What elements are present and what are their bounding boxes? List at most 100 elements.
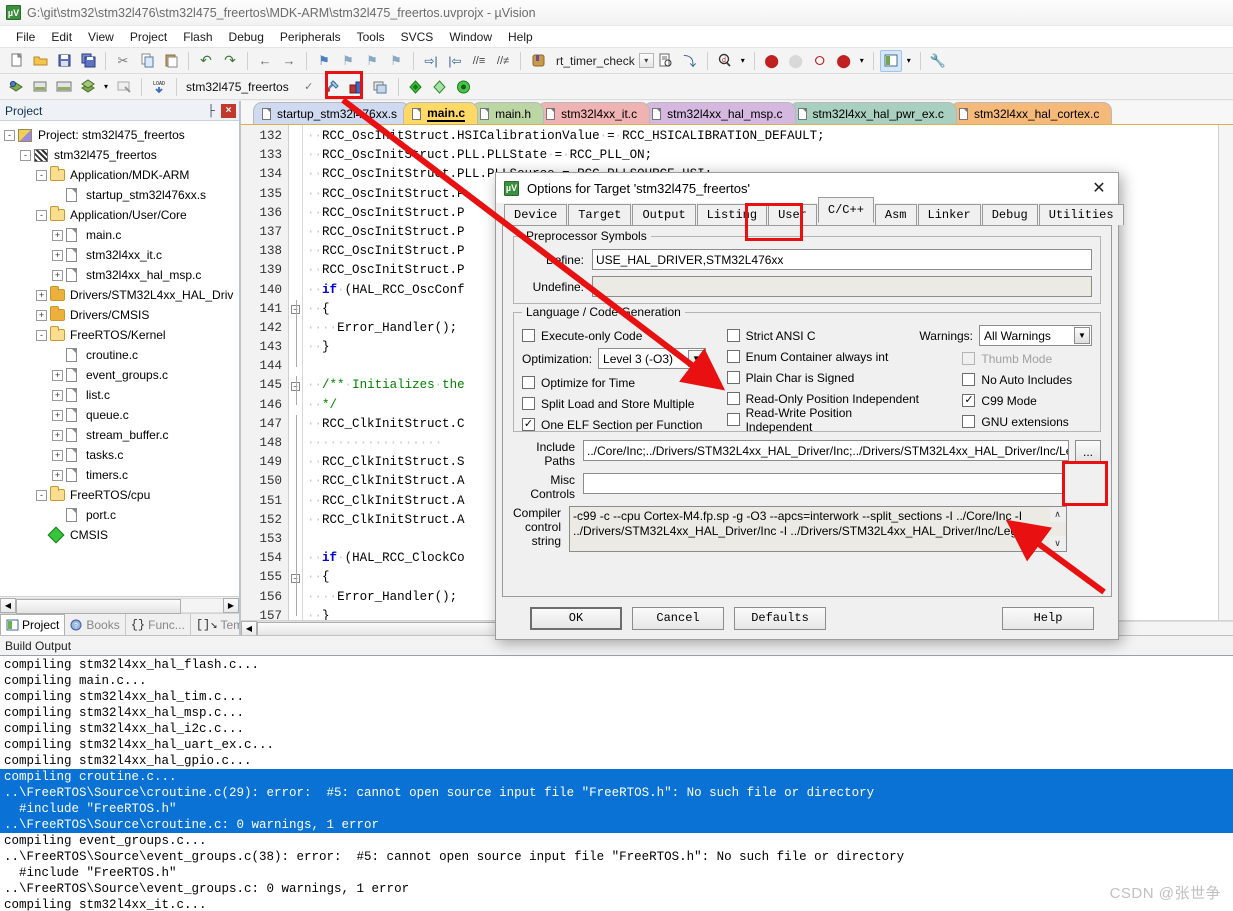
- scroll-down-icon[interactable]: ∨: [1049, 536, 1066, 551]
- checkbox-gnu-extensions[interactable]: GNU extensions: [919, 411, 1092, 432]
- compiler-string-scrollbar[interactable]: ∧ ∨: [1049, 507, 1066, 551]
- tree-expander[interactable]: +: [52, 409, 63, 421]
- window-layout-icon[interactable]: [879, 49, 902, 72]
- tree-expander[interactable]: +: [36, 289, 47, 301]
- dialog-tab-utilities[interactable]: Utilities: [1038, 204, 1124, 225]
- build-output-line[interactable]: compiling event_groups.c...: [0, 833, 1233, 849]
- redo-icon[interactable]: ↷: [219, 50, 241, 72]
- editor-scroll-left-icon[interactable]: ◀: [241, 620, 257, 636]
- save-all-icon[interactable]: [77, 50, 99, 72]
- menu-file[interactable]: File: [8, 28, 43, 46]
- checkbox-enum-container-always-int[interactable]: Enum Container always int: [726, 346, 920, 367]
- code-folding-column[interactable]: −−−−: [289, 125, 303, 620]
- checkbox-strict-ansi-c[interactable]: Strict ANSI C: [726, 325, 920, 346]
- fold-marker[interactable]: −: [289, 568, 302, 588]
- checkbox-box[interactable]: [962, 373, 976, 386]
- build-output-line[interactable]: ..\FreeRTOS\Source\croutine.c(29): error…: [0, 785, 1233, 801]
- pack-manage-icon[interactable]: [453, 76, 475, 98]
- menu-window[interactable]: Window: [441, 28, 500, 46]
- tree-item[interactable]: + queue.c: [4, 405, 239, 425]
- editor-tab[interactable]: stm32l4xx_it.c: [537, 102, 651, 124]
- pack-installer-icon[interactable]: [405, 76, 427, 98]
- menu-svcs[interactable]: SVCS: [393, 28, 442, 46]
- checkbox-box[interactable]: [726, 413, 740, 426]
- translate-icon[interactable]: [5, 76, 27, 98]
- dialog-tab-linker[interactable]: Linker: [917, 204, 981, 225]
- dialog-tab-debug[interactable]: Debug: [981, 204, 1038, 225]
- checkbox-read-write-position-independent[interactable]: Read-Write Position Independent: [726, 406, 920, 434]
- tree-item[interactable]: + main.c: [4, 225, 239, 245]
- configuration-wizard-icon[interactable]: 🔧: [927, 50, 949, 72]
- editor-vscrollbar[interactable]: [1218, 125, 1233, 620]
- build-output-line[interactable]: compiling stm32l4xx_hal_flash.c...: [0, 657, 1233, 673]
- menu-flash[interactable]: Flash: [175, 28, 220, 46]
- dialog-close-button[interactable]: ✕: [1084, 175, 1114, 201]
- build-output-line[interactable]: ..\FreeRTOS\Source\croutine.c: 0 warning…: [0, 817, 1233, 833]
- disable-all-breakpoints-icon[interactable]: ⭘: [809, 50, 831, 72]
- tree-item[interactable]: + stm32l4xx_hal_msp.c: [4, 265, 239, 285]
- checkbox-c99-mode[interactable]: ✓ C99 Mode: [919, 390, 1092, 411]
- find-dropdown-arrow-icon[interactable]: ▾: [738, 50, 748, 72]
- editor-tabs[interactable]: startup_stm32l476xx.s main.c main.h stm32l4…: [241, 101, 1233, 125]
- cancel-button[interactable]: Cancel: [632, 606, 724, 630]
- checkbox-box[interactable]: [726, 392, 740, 405]
- checkbox-plain-char-is-signed[interactable]: Plain Char is Signed: [726, 367, 920, 388]
- checkbox-box[interactable]: ✓: [522, 418, 535, 431]
- editor-tab[interactable]: main.c: [403, 102, 479, 124]
- build-output-line[interactable]: compiling stm32l4xx_hal_uart_ex.c...: [0, 737, 1233, 753]
- checkbox-box[interactable]: [726, 329, 740, 342]
- bookmark-clear-icon[interactable]: ⚑: [385, 50, 407, 72]
- build-output-line[interactable]: ..\FreeRTOS\Source\event_groups.c(38): e…: [0, 849, 1233, 865]
- warnings-select[interactable]: All Warnings ▼: [979, 325, 1092, 346]
- menu-peripherals[interactable]: Peripherals: [272, 28, 349, 46]
- batch-build-dropdown-arrow-icon[interactable]: ▾: [101, 76, 111, 98]
- tab-functions[interactable]: {} Func...: [126, 614, 191, 635]
- pin-icon[interactable]: ├: [204, 105, 218, 117]
- build-output-line[interactable]: compiling main.c...: [0, 673, 1233, 689]
- manage-rte-icon[interactable]: [429, 76, 451, 98]
- compiler-control-string-box[interactable]: -c99 -c --cpu Cortex-M4.fp.sp -g -O3 --a…: [569, 506, 1067, 552]
- build-output-line[interactable]: compiling stm32l4xx_it.c...: [0, 897, 1233, 911]
- tree-expander[interactable]: -: [36, 169, 47, 181]
- define-field[interactable]: USE_HAL_DRIVER,STM32L476xx: [592, 249, 1092, 270]
- menu-tools[interactable]: Tools: [349, 28, 393, 46]
- dialog-tab-listing[interactable]: Listing: [696, 204, 768, 225]
- tree-item[interactable]: - FreeRTOS/cpu: [4, 485, 239, 505]
- open-file-icon[interactable]: [29, 50, 51, 72]
- editor-tab[interactable]: stm32l4xx_hal_msp.c: [643, 102, 796, 124]
- tab-books[interactable]: ? Books: [65, 614, 126, 635]
- tree-expander[interactable]: +: [52, 389, 63, 401]
- checkbox-one-elf-section-per-function[interactable]: ✓ One ELF Section per Function: [522, 414, 727, 435]
- close-icon[interactable]: ×: [221, 103, 236, 118]
- dialog-tab-target[interactable]: Target: [568, 204, 632, 225]
- build-output-line[interactable]: compiling croutine.c...: [0, 769, 1233, 785]
- scroll-up-icon[interactable]: ∧: [1049, 507, 1066, 522]
- uncomment-icon[interactable]: //≠: [492, 50, 514, 72]
- tree-item[interactable]: port.c: [4, 505, 239, 525]
- build-output-line[interactable]: #include "FreeRTOS.h": [0, 865, 1233, 881]
- build-output-line[interactable]: compiling stm32l4xx_hal_msp.c...: [0, 705, 1233, 721]
- editor-tab[interactable]: startup_stm32l476xx.s: [253, 102, 411, 124]
- tree-expander[interactable]: +: [52, 369, 63, 381]
- tree-expander[interactable]: -: [20, 149, 31, 161]
- bookmark-list-icon[interactable]: [527, 50, 549, 72]
- help-button[interactable]: Help: [1002, 606, 1094, 630]
- tab-project[interactable]: Project: [0, 614, 66, 635]
- undo-icon[interactable]: ↶: [195, 50, 217, 72]
- tree-expander[interactable]: -: [36, 209, 47, 221]
- copy-icon[interactable]: [136, 50, 158, 72]
- navigate-back-icon[interactable]: ←: [254, 50, 276, 72]
- project-tree[interactable]: - Project: stm32l475_freertos - stm32l475_f…: [0, 121, 239, 596]
- kill-all-breakpoints-icon[interactable]: ⬤: [833, 50, 855, 72]
- build-output-line[interactable]: compiling stm32l4xx_hal_tim.c...: [0, 689, 1233, 705]
- editor-tab[interactable]: main.h: [471, 102, 545, 124]
- insert-breakpoint-icon[interactable]: ⬤: [761, 50, 783, 72]
- editor-tab[interactable]: stm32l4xx_hal_pwr_ex.c: [788, 102, 957, 124]
- tree-item[interactable]: + stream_buffer.c: [4, 425, 239, 445]
- tree-expander[interactable]: +: [52, 429, 63, 441]
- save-icon[interactable]: [53, 50, 75, 72]
- project-tree-hscrollbar[interactable]: ◀ ▶: [0, 596, 239, 614]
- bookmark-next-icon[interactable]: ⚑: [361, 50, 383, 72]
- tree-item[interactable]: + event_groups.c: [4, 365, 239, 385]
- options-for-target-icon[interactable]: [322, 76, 344, 98]
